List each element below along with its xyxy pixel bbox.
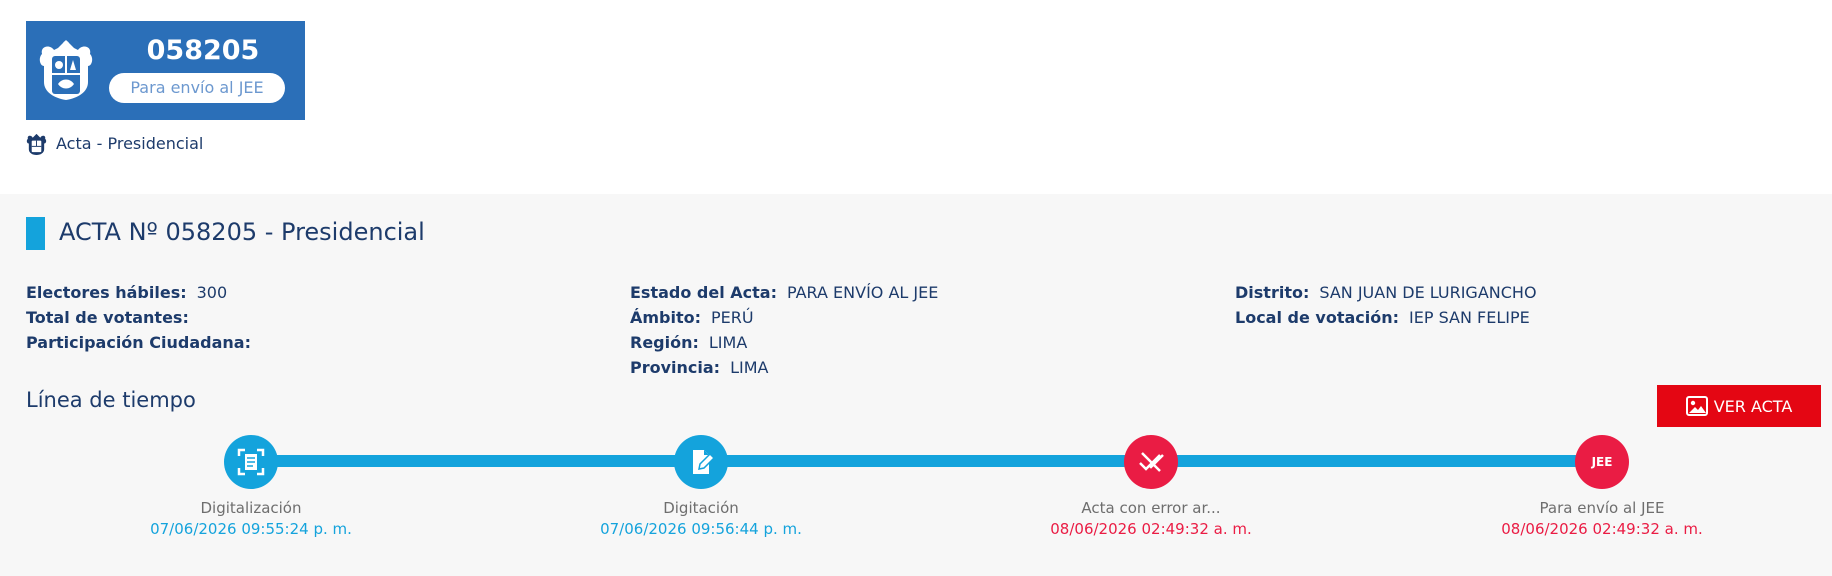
info-label: Total de votantes:: [26, 308, 189, 327]
peru-coat-of-arms-icon: [26, 133, 47, 155]
info-value: 300: [196, 283, 228, 302]
timeline-label: Acta con error ar...: [1081, 499, 1221, 517]
info-label: Participación Ciudadana:: [26, 333, 251, 352]
info-label: Provincia:: [630, 358, 721, 377]
view-acta-button[interactable]: VER ACTA: [1657, 385, 1821, 427]
info-row: Participación Ciudadana:: [26, 330, 261, 355]
info-label: Distrito:: [1235, 283, 1310, 302]
info-row: Electores hábiles: 300: [26, 280, 261, 305]
acta-card: 058205 Para envío al JEE: [26, 21, 305, 120]
timeline-node-digitalizacion: [224, 435, 278, 489]
acta-type-label: Acta - Presidencial: [56, 133, 204, 153]
page-title: ACTA Nº 058205 - Presidencial: [59, 218, 425, 246]
timeline-date: 08/06/2026 02:49:32 a. m.: [1501, 520, 1703, 538]
timeline-label: Digitalización: [200, 499, 302, 517]
info-value: SAN JUAN DE LURIGANCHO: [1319, 283, 1537, 302]
timeline-track: [251, 455, 1602, 467]
info-column-2: Estado del Acta: PARA ENVÍO AL JEE Ámbito…: [630, 280, 938, 380]
acta-number: 058205: [146, 35, 260, 66]
info-row: Ámbito: PERÚ: [630, 305, 938, 330]
edit-document-icon: [693, 450, 716, 474]
acta-header: 058205 Para envío al JEE Acta - Presiden…: [0, 0, 1832, 194]
acta-type: Acta - Presidencial: [25, 131, 203, 155]
scan-document-icon: [237, 448, 265, 476]
info-column-3: Distrito: SAN JUAN DE LURIGANCHO Local de…: [1235, 280, 1537, 330]
acta-details-panel: ACTA Nº 058205 - Presidencial Electores …: [0, 194, 1832, 576]
status-pill: Para envío al JEE: [109, 73, 285, 103]
view-acta-label: VER ACTA: [1713, 396, 1793, 416]
info-row: Provincia: LIMA: [630, 355, 938, 380]
timeline-node-error: [1124, 435, 1178, 489]
info-column-1: Electores hábiles: 300 Total de votantes:…: [26, 280, 261, 355]
image-icon: [1685, 396, 1708, 416]
timeline-label: Digitación: [663, 499, 739, 517]
info-row: Estado del Acta: PARA ENVÍO AL JEE: [630, 280, 938, 305]
info-row: Distrito: SAN JUAN DE LURIGANCHO: [1235, 280, 1537, 305]
info-row: Región: LIMA: [630, 330, 938, 355]
jee-icon: JEE: [1591, 455, 1613, 469]
info-value: IEP SAN FELIPE: [1409, 308, 1530, 327]
peru-coat-of-arms-icon: [39, 40, 93, 100]
timeline-node-jee: JEE: [1575, 435, 1629, 489]
info-label: Electores hábiles:: [26, 283, 187, 302]
info-value: PARA ENVÍO AL JEE: [786, 283, 939, 302]
title-accent-bar: [26, 217, 45, 250]
info-label: Región:: [630, 333, 699, 352]
timeline-label: Para envío al JEE: [1539, 499, 1665, 517]
info-label: Estado del Acta:: [630, 283, 777, 302]
info-label: Local de votación:: [1235, 308, 1400, 327]
info-label: Ámbito:: [630, 308, 702, 327]
timeline-title: Línea de tiempo: [26, 388, 196, 412]
info-value: LIMA: [708, 333, 748, 352]
error-icon: [1139, 452, 1164, 472]
info-row: Local de votación: IEP SAN FELIPE: [1235, 305, 1537, 330]
timeline-date: 07/06/2026 09:55:24 p. m.: [150, 520, 352, 538]
info-row: Total de votantes:: [26, 305, 261, 330]
timeline-date: 08/06/2026 02:49:32 a. m.: [1050, 520, 1252, 538]
info-value: LIMA: [730, 358, 769, 377]
info-value: PERÚ: [711, 308, 754, 327]
timeline-node-digitacion: [674, 435, 728, 489]
timeline-date: 07/06/2026 09:56:44 p. m.: [600, 520, 802, 538]
